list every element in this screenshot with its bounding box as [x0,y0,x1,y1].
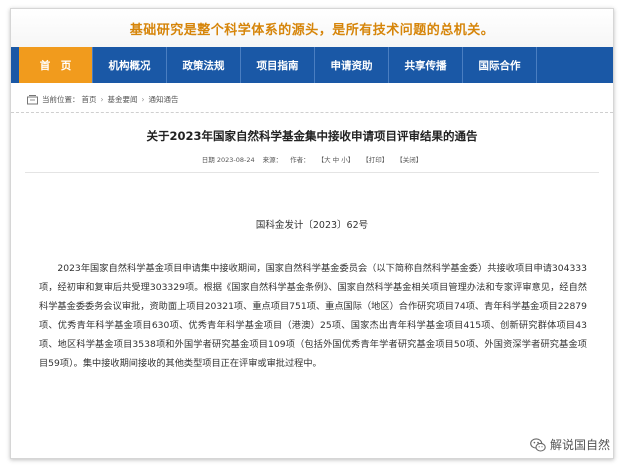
article-author: 作者： [290,156,310,164]
breadcrumb-separator: › [141,95,145,104]
breadcrumb-notices[interactable]: 通知通告 [149,94,179,105]
breadcrumb-news[interactable]: 基金要闻 [108,94,138,105]
nav-item-home[interactable]: 首 页 [19,47,93,83]
location-icon [27,94,38,104]
article-body: 2023年国家自然科学基金项目申请集中接收期间，国家自然科学基金委员会（以下简称… [39,263,587,369]
site-header: 基础研究是整个科学体系的源头，是所有技术问题的总机关。 [11,9,613,47]
article-source: 来源： [262,156,283,164]
nav-item-policies[interactable]: 政策法规 [167,47,241,83]
article-meta: 日期 2023-08-24 来源： 作者： 【大 中 小】 【打印】 【关闭】 [25,154,599,173]
browser-page: 基础研究是整个科学体系的源头，是所有技术问题的总机关。 首 页 机构概况 政策法… [10,8,614,459]
watermark: 解说国自然 [530,436,610,453]
font-size-control[interactable]: 【大 中 小】 [318,154,355,164]
wechat-icon [530,437,546,452]
nav-item-apply[interactable]: 申请资助 [315,47,389,83]
breadcrumb-home[interactable]: 首页 [82,94,97,105]
nav-item-sharing[interactable]: 共享传播 [389,47,463,83]
print-link[interactable]: 【打印】 [362,154,388,164]
breadcrumb-separator: › [100,95,104,104]
article-title: 关于2023年国家自然科学基金集中接收申请项目评审结果的通告 [146,129,478,143]
breadcrumb-lead: 当前位置： [42,95,80,104]
site-slogan: 基础研究是整个科学体系的源头，是所有技术问题的总机关。 [129,22,495,38]
watermark-text: 解说国自然 [549,438,610,452]
nav-item-about[interactable]: 机构概况 [93,47,167,83]
nav-item-international[interactable]: 国际合作 [463,47,537,83]
nav-item-guide[interactable]: 项目指南 [241,47,315,83]
breadcrumb: 当前位置： 首页 › 基金要闻 › 通知通告 [11,87,613,113]
main-nav: 首 页 机构概况 政策法规 项目指南 申请资助 共享传播 国际合作 [11,47,613,83]
article-date: 日期 2023-08-24 [201,156,255,164]
close-link[interactable]: 【关闭】 [396,154,422,164]
document-number: 国科金发计〔2023〕62号 [255,220,369,231]
